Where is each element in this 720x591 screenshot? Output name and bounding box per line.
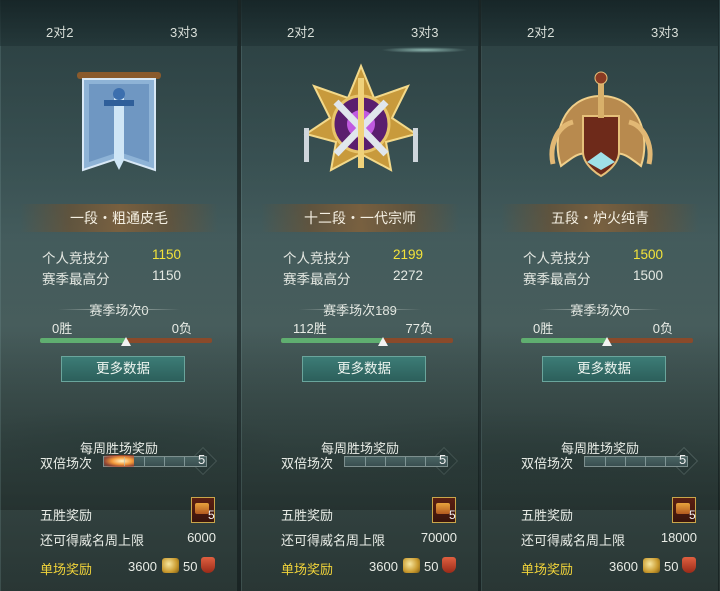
- double-matches-count: 5: [679, 452, 687, 467]
- double-matches-bar: [584, 456, 688, 467]
- double-matches-bar: [344, 456, 448, 467]
- single-reward-coin: 3600: [128, 559, 157, 574]
- weekly-cap-label: 还可得威名周上限: [281, 533, 386, 548]
- season-high-label: 赛季最高分: [283, 272, 351, 287]
- single-reward-label: 单场奖励: [40, 562, 93, 577]
- personal-score-value: 1500: [633, 247, 664, 262]
- season-matches: 赛季场次0: [481, 300, 719, 319]
- tab-2v2[interactable]: 2对2: [527, 22, 554, 41]
- weekly-cap-value: 70000: [420, 530, 457, 545]
- mode-tabs: 2对2 3对3: [0, 0, 238, 46]
- coin-icon: [162, 558, 179, 573]
- chest-count: 5: [208, 508, 215, 522]
- weekly-cap-value: 6000: [187, 530, 216, 545]
- win-fill: [281, 338, 383, 343]
- five-win-reward-label: 五胜奖励: [521, 508, 574, 523]
- flame-effect: [104, 455, 134, 467]
- season-high-value: 1500: [633, 268, 664, 283]
- single-reward-fame: 50: [664, 559, 679, 574]
- season-matches: 赛季场次0: [0, 300, 238, 319]
- double-matches-label: 双倍场次: [521, 456, 574, 471]
- mode-tabs: 2对2 3对3: [481, 0, 719, 46]
- wins-count: 112胜: [293, 321, 327, 336]
- season-high-value: 2272: [393, 268, 424, 283]
- more-data-button[interactable]: 更多数据: [61, 356, 185, 382]
- mode-tabs: 2对2 3对3: [241, 0, 479, 53]
- five-win-reward-label: 五胜奖励: [281, 508, 334, 523]
- rank-panel-2: 2对2 3对3 十二段・一代宗师 个人竞技分 2199 赛季最高分 2272 赛…: [241, 0, 479, 591]
- win-fill: [40, 338, 126, 343]
- losses-count: 0负: [652, 321, 673, 336]
- single-reward-label: 单场奖励: [281, 562, 334, 577]
- win-loss-bar: [40, 337, 212, 346]
- tab-3v3[interactable]: 3对3: [380, 22, 470, 53]
- tab-3v3[interactable]: 3对3: [170, 22, 197, 41]
- rank-panel-3: 2对2 3对3 五段・炉火纯青 个人竞技分 1500 赛季最高分 1500 赛季…: [481, 0, 719, 591]
- single-reward-label: 单场奖励: [521, 562, 574, 577]
- season-matches: 赛季场次189: [241, 300, 479, 319]
- banner-sword-emblem: [69, 62, 169, 192]
- wins-count: 0胜: [533, 321, 554, 336]
- win-fill: [521, 338, 607, 343]
- tab-3v3[interactable]: 3对3: [651, 22, 678, 41]
- double-matches-label: 双倍场次: [40, 456, 93, 471]
- single-reward-coin: 3600: [369, 559, 398, 574]
- single-reward-fame: 50: [183, 559, 198, 574]
- single-reward-coin: 3600: [609, 559, 638, 574]
- season-high-label: 赛季最高分: [523, 272, 591, 287]
- rank-title: 五段・炉火纯青: [501, 204, 699, 232]
- win-ratio-marker: [602, 337, 612, 346]
- coin-icon: [403, 558, 420, 573]
- personal-score-label: 个人竞技分: [523, 251, 591, 266]
- double-matches-count: 5: [198, 452, 206, 467]
- personal-score-label: 个人竞技分: [283, 251, 351, 266]
- wins-count: 0胜: [52, 321, 73, 336]
- win-ratio-marker: [377, 337, 388, 346]
- more-data-button[interactable]: 更多数据: [542, 356, 666, 382]
- more-data-button[interactable]: 更多数据: [302, 356, 426, 382]
- fame-shield-icon: [201, 557, 215, 573]
- weekly-cap-label: 还可得威名周上限: [40, 533, 145, 548]
- weekly-cap-value: 18000: [660, 530, 697, 545]
- rank-title: 一段・粗通皮毛: [20, 204, 218, 232]
- double-matches-bar: [103, 455, 207, 467]
- rank-title: 十二段・一代宗师: [261, 204, 459, 232]
- personal-score-label: 个人竞技分: [42, 251, 110, 266]
- tab-2v2[interactable]: 2对2: [46, 22, 73, 41]
- personal-score-value: 1150: [152, 247, 182, 262]
- single-reward-fame: 50: [424, 559, 439, 574]
- season-high-label: 赛季最高分: [42, 272, 110, 287]
- losses-count: 77负: [405, 321, 433, 336]
- chest-count: 5: [449, 508, 456, 522]
- losses-count: 0负: [171, 321, 192, 336]
- tab-2v2[interactable]: 2对2: [287, 22, 314, 41]
- personal-score-value: 2199: [393, 247, 424, 262]
- coin-icon: [643, 558, 660, 573]
- weekly-cap-label: 还可得威名周上限: [521, 533, 626, 548]
- double-matches-label: 双倍场次: [281, 456, 334, 471]
- win-loss-bar: [521, 337, 693, 346]
- wings-shield-emblem: [543, 64, 659, 194]
- fame-shield-icon: [442, 557, 456, 573]
- chest-count: 5: [689, 508, 696, 522]
- win-loss-bar: [281, 337, 453, 346]
- five-win-reward-label: 五胜奖励: [40, 508, 93, 523]
- grandmaster-emblem: [296, 58, 426, 188]
- fame-shield-icon: [682, 557, 696, 573]
- double-matches-count: 5: [439, 452, 447, 467]
- season-high-value: 1150: [152, 268, 182, 283]
- win-ratio-marker: [121, 337, 131, 346]
- rank-panel-1: 2对2 3对3 一段・粗通皮毛 个人竞技分 1150 赛季最高分 1150 赛季…: [0, 0, 238, 591]
